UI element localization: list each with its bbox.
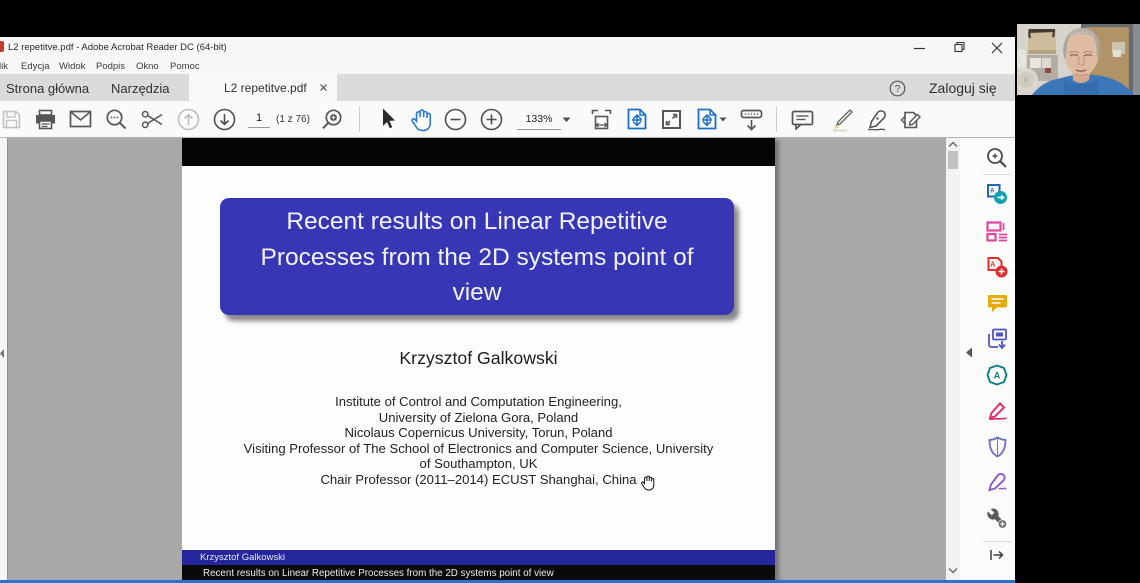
svg-text:?: ?	[895, 84, 901, 95]
svg-text:A: A	[990, 262, 995, 269]
svg-text:A: A	[994, 371, 1001, 381]
svg-text:A: A	[990, 188, 995, 195]
